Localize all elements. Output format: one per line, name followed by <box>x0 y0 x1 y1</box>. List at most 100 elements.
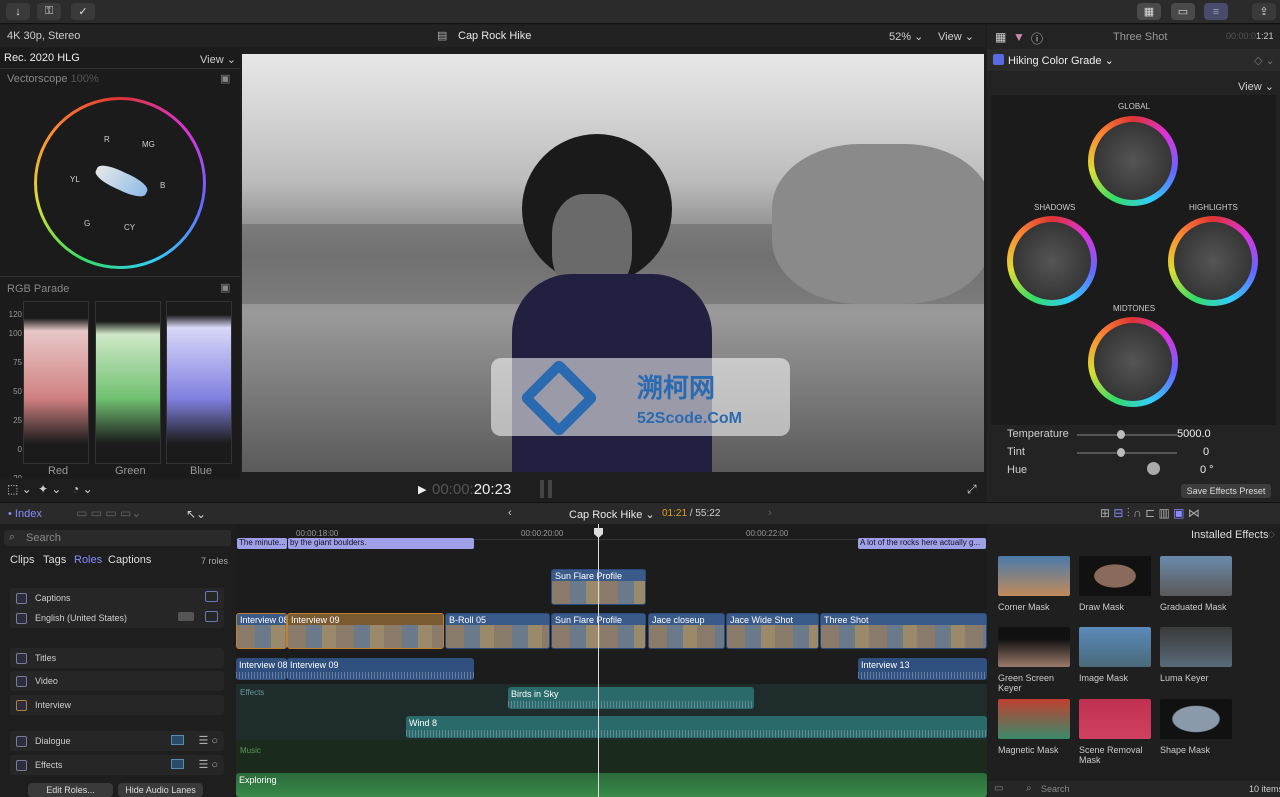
inspector-toggle-icon[interactable]: ≡ <box>1204 3 1228 20</box>
music-clip[interactable]: Exploring <box>236 773 987 797</box>
lane-controls-icon[interactable]: ☰ ○ <box>198 734 218 747</box>
play-button[interactable]: ▶ <box>418 483 426 496</box>
share-icon[interactable]: ⇪ <box>1252 3 1276 20</box>
save-effects-preset-button[interactable]: Save Effects Preset <box>1181 484 1271 498</box>
primary-clip[interactable]: Jace closeup <box>648 613 725 649</box>
role-english[interactable]: English (United States) <box>10 608 224 628</box>
effect-tile[interactable]: Image Mask <box>1079 627 1151 683</box>
viewer-view-menu[interactable]: View ⌄ <box>938 30 974 43</box>
tab-roles[interactable]: Roles <box>74 554 102 566</box>
tint-slider[interactable] <box>1077 448 1177 457</box>
effect-tile[interactable]: Scene Removal Mask <box>1079 699 1151 765</box>
primary-clip[interactable]: Interview 08 <box>236 613 287 649</box>
color-inspector-icon[interactable]: ▼ <box>1013 30 1025 44</box>
lane-icon[interactable] <box>171 735 184 745</box>
effect-tile[interactable]: Draw Mask <box>1079 556 1151 612</box>
timeline-toggle-icon[interactable]: ▭ <box>1171 3 1195 20</box>
film-icon[interactable]: ▦ <box>995 30 1006 44</box>
timeline-project-menu[interactable]: Cap Rock Hike ⌄ <box>569 508 655 521</box>
role-captions[interactable]: Captions <box>10 588 224 608</box>
hide-audio-lanes-button[interactable]: Hide Audio Lanes <box>118 783 203 797</box>
effect-tile[interactable]: Green Screen Keyer <box>998 627 1070 693</box>
effects-menu-icon[interactable]: ◇ <box>1268 529 1275 540</box>
param-hue-value[interactable]: 0 ° <box>1200 464 1214 476</box>
scope-settings-icon[interactable]: ▣ <box>220 72 230 85</box>
primary-clip[interactable]: Interview 09 <box>287 613 444 649</box>
edit-roles-button[interactable]: Edit Roles... <box>28 783 113 797</box>
audio-clip[interactable]: Interview 13 <box>858 658 987 680</box>
playhead-handle-icon[interactable] <box>594 528 603 538</box>
checkbox[interactable] <box>16 652 27 664</box>
caption-clip[interactable]: by the giant boulders. <box>288 538 474 549</box>
audio-clip[interactable]: Interview 09 <box>287 658 474 680</box>
tab-clips[interactable]: Clips <box>10 554 34 566</box>
effect-enable-checkbox[interactable] <box>993 54 1004 65</box>
index-button[interactable]: • Index <box>8 508 42 520</box>
caption-clip[interactable]: A lot of the rocks here actually g... <box>858 538 986 549</box>
primary-clip[interactable]: B-Roll 05 <box>445 613 550 649</box>
effect-tile[interactable]: Luma Keyer <box>1160 627 1232 683</box>
checkbox[interactable] <box>16 675 27 687</box>
back-arrow-icon[interactable]: ‹ <box>508 507 512 519</box>
effects-audio-clip[interactable]: Wind 8 <box>406 716 987 738</box>
checkbox[interactable] <box>16 592 27 604</box>
midtones-color-wheel[interactable] <box>1088 317 1178 407</box>
role-interview[interactable]: Interview <box>10 695 224 715</box>
effect-tile[interactable]: Graduated Mask <box>1160 556 1232 612</box>
audio-clip[interactable]: Interview 08 <box>236 658 287 680</box>
transform-icon[interactable]: ⬚ ⌄ <box>7 482 32 496</box>
primary-clip[interactable]: Three Shot <box>820 613 987 649</box>
lane-icon[interactable] <box>171 759 184 769</box>
effect-tile[interactable]: Magnetic Mask <box>998 699 1070 755</box>
temperature-slider[interactable] <box>1077 430 1177 439</box>
tab-captions[interactable]: Captions <box>108 554 151 566</box>
param-tint-value[interactable]: 0 <box>1203 446 1209 458</box>
parade-settings-icon[interactable]: ▣ <box>220 281 230 294</box>
zoom-select[interactable]: 52% ⌄ <box>889 30 923 43</box>
lane-controls-icon[interactable]: ☰ ○ <box>198 758 218 771</box>
enhance-icon[interactable]: ✦ ⌄ <box>38 482 61 496</box>
playhead[interactable] <box>598 524 599 797</box>
hue-dial[interactable] <box>1147 462 1160 475</box>
checkbox[interactable] <box>16 612 27 624</box>
checkbox[interactable] <box>16 759 27 771</box>
highlights-color-wheel[interactable] <box>1168 216 1258 306</box>
checkmark-circle-icon[interactable]: ✓ <box>71 3 95 20</box>
sidebar-toggle-icon[interactable]: ▭ <box>994 783 1003 794</box>
parade-blue-label: Blue <box>190 465 213 477</box>
effect-name[interactable]: Hiking Color Grade ⌄ <box>1008 54 1114 67</box>
forward-arrow-icon[interactable]: › <box>768 507 772 519</box>
info-icon[interactable]: ⓘ <box>1031 30 1043 47</box>
effects-search-input[interactable]: Search <box>1041 784 1070 794</box>
checkbox[interactable] <box>16 735 27 747</box>
effects-audio-clip[interactable]: Birds in Sky <box>508 687 754 709</box>
key-icon[interactable]: ⚿ <box>37 3 61 20</box>
wheel-label-global: GLOBAL <box>1118 102 1151 111</box>
import-icon[interactable]: ↓ <box>6 3 30 20</box>
caption-clip[interactable]: The minute... <box>237 538 287 549</box>
role-effects[interactable]: Effects ☰ ○ <box>10 755 224 775</box>
effect-tile[interactable]: Corner Mask <box>998 556 1070 612</box>
global-color-wheel[interactable] <box>1088 116 1178 206</box>
shadows-color-wheel[interactable] <box>1007 216 1097 306</box>
effect-tile[interactable]: Shape Mask <box>1160 699 1232 755</box>
browser-toggle-icon[interactable]: ▦ <box>1137 3 1161 20</box>
role-video[interactable]: Video <box>10 671 224 691</box>
scopes-view-menu[interactable]: View ⌄ <box>200 53 236 66</box>
speed-icon[interactable]: ◔ ⌄ <box>72 482 93 496</box>
color-params: Temperature 5000.0 Tint 0 Hue 0 ° <box>1007 428 1272 484</box>
fullscreen-icon[interactable]: ⤢ <box>967 482 977 497</box>
select-tool-icon[interactable]: ↖⌄ <box>186 507 206 521</box>
param-temperature-value[interactable]: 5000.0 <box>1177 428 1211 440</box>
index-search-field[interactable]: ⌕ Search <box>4 530 231 546</box>
primary-clip[interactable]: Jace Wide Shot <box>726 613 819 649</box>
role-titles[interactable]: Titles <box>10 648 224 668</box>
tab-tags[interactable]: Tags <box>43 554 66 566</box>
role-dialogue[interactable]: Dialogue ☰ ○ <box>10 731 224 751</box>
timeline[interactable]: 00:00:18:00 00:00:20:00 00:00:22:00 The … <box>236 524 987 797</box>
connect-clip-icons[interactable]: ▭ ▭ ▭ ▭⌄ <box>76 506 141 520</box>
inspector-view-menu[interactable]: View ⌄ <box>1238 80 1274 93</box>
checkbox[interactable] <box>16 699 27 711</box>
effect-options-icon[interactable]: ◇ ⌄ <box>1254 54 1275 67</box>
timeline-right-tools[interactable]: ⊞ ⊟ ⫶ ∩ ⊏ ▥ ▣ ⋈ <box>1100 506 1200 521</box>
